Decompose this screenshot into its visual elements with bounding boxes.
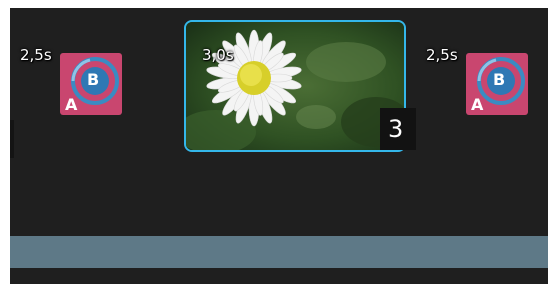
audio-track-bar[interactable] [10,236,548,268]
transition-letter-a: A [65,95,78,114]
daisy-thumbnail [186,22,404,150]
transition-a-b-icon[interactable]: B A [60,53,122,115]
transition-duration-label: 2,5s [20,46,52,64]
video-clip-selected[interactable] [184,20,406,152]
panel-edge [10,120,14,158]
transition-letter-b: B [493,70,506,89]
clip-duration-label: 3,0s [202,46,234,64]
transition-duration-label: 2,5s [426,46,458,64]
transition-letter-b: B [87,70,100,89]
transition-a-b-icon[interactable]: B A [466,53,528,115]
transition-letter-a: A [471,95,484,114]
storyboard-panel: 2,5s B A 3,0s 3 2,5s B A [10,8,548,284]
clip-number-badge: 3 [380,108,416,150]
